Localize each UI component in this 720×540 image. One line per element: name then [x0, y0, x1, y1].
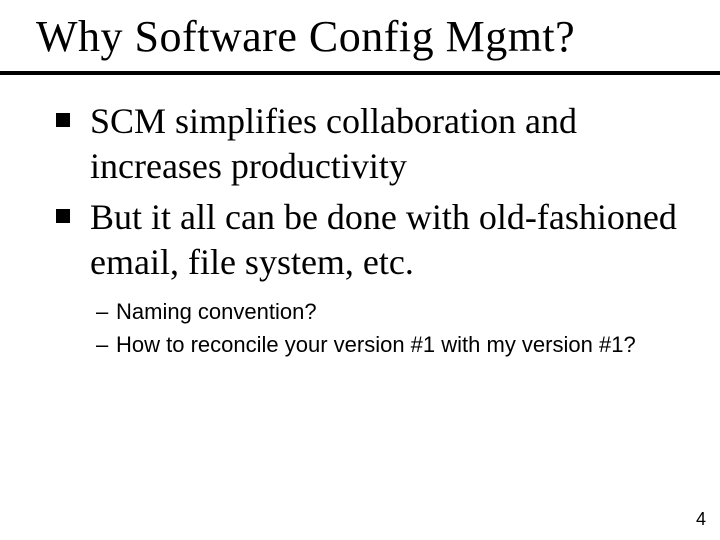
slide-title: Why Software Config Mgmt? [0, 0, 720, 71]
slide: Why Software Config Mgmt? SCM simplifies… [0, 0, 720, 540]
bullet-list-level2: Naming convention? How to reconcile your… [56, 297, 680, 360]
list-item: But it all can be done with old-fashione… [56, 195, 680, 285]
bullet-list-level1: SCM simplifies collaboration and increas… [56, 99, 680, 285]
page-number: 4 [696, 509, 706, 530]
slide-body: SCM simplifies collaboration and increas… [0, 75, 720, 360]
list-item: SCM simplifies collaboration and increas… [56, 99, 680, 189]
list-item: Naming convention? [96, 297, 680, 327]
list-item: How to reconcile your version #1 with my… [96, 330, 680, 360]
